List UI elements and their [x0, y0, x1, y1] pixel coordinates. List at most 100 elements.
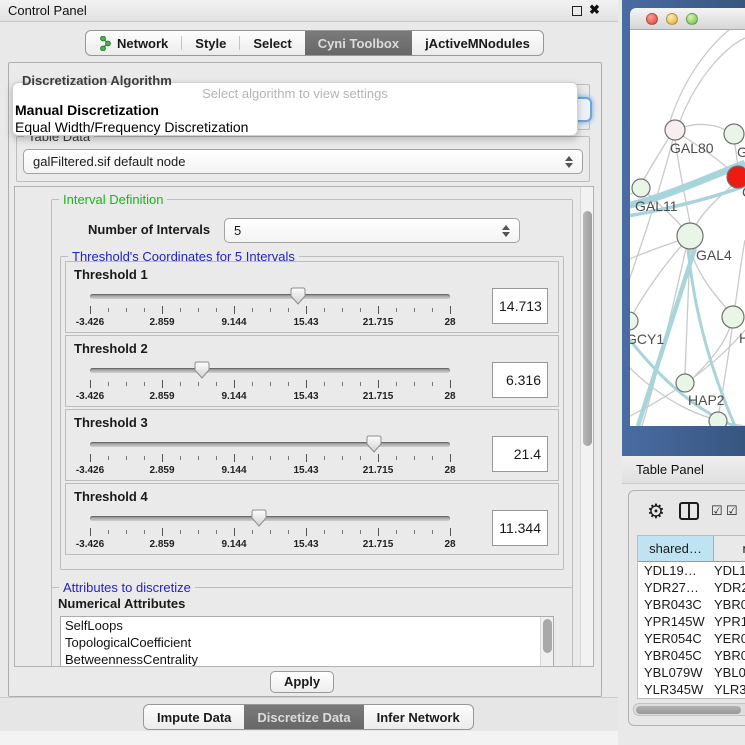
numerical-attributes-list[interactable]: SelfLoopsTopologicalCoefficientBetweenne… — [60, 616, 554, 667]
slider-track[interactable] — [90, 368, 450, 373]
cell-shared-name[interactable]: YLR345W — [638, 681, 714, 698]
cell-shared-name[interactable]: YPR145W — [638, 613, 714, 630]
slider-axis-labels: -3.4262.8599.14415.4321.71528 — [90, 465, 450, 477]
tab-cyni-toolbox[interactable]: Cyni Toolbox — [305, 31, 412, 55]
tab-select[interactable]: Select — [240, 31, 304, 55]
tab-impute-data[interactable]: Impute Data — [144, 705, 244, 729]
table-row[interactable]: YLR345WYLR3 — [638, 681, 745, 698]
network-view-window[interactable]: GAL80 GA C GAL11 GAL4 GCY1 H HAP2 — [622, 0, 745, 456]
gear-icon[interactable]: ⚙ — [647, 499, 665, 524]
algorithm-option-manual[interactable]: Manual Discretization — [13, 102, 577, 119]
minimize-traffic-light-icon[interactable] — [666, 13, 678, 25]
tab-discretize-data[interactable]: Discretize Data — [244, 705, 363, 729]
node-gal4[interactable] — [677, 223, 703, 249]
zoom-traffic-light-icon[interactable] — [686, 13, 698, 25]
close-traffic-light-icon[interactable] — [646, 13, 658, 25]
hscrollbar-thumb[interactable] — [636, 706, 741, 714]
slider-track[interactable] — [90, 516, 450, 521]
node-partial[interactable] — [709, 412, 727, 426]
network-canvas[interactable]: GAL80 GA C GAL11 GAL4 GCY1 H HAP2 — [630, 30, 745, 426]
threshold-1-value-field[interactable]: 14.713 — [492, 288, 548, 324]
tab-discretize-data-label: Discretize Data — [257, 710, 350, 725]
table-row[interactable]: YER054CYER0 — [638, 630, 745, 647]
cell-name[interactable]: YLR3 — [714, 681, 745, 698]
cell-name[interactable]: YDR2 — [714, 579, 745, 596]
table-data-group: Table Data galFiltered.sif default node — [16, 136, 590, 182]
table-row[interactable]: YPR145WYPR1 — [638, 613, 745, 630]
cell-shared-name[interactable]: YBR045C — [638, 647, 714, 664]
table-row[interactable]: YDL19…YDL1 — [638, 562, 745, 579]
cell-name[interactable]: YBR0 — [714, 596, 745, 613]
node-attribute-table[interactable]: shared… na YDL19…YDL1YDR27…YDR2YBR043CYB… — [637, 535, 745, 699]
tab-style[interactable]: Style — [182, 31, 239, 55]
threshold-4-value-field[interactable]: 11.344 — [492, 510, 548, 546]
cell-name[interactable]: YBL0 — [714, 664, 745, 681]
column-header-shared[interactable]: shared… — [638, 536, 714, 561]
table-row[interactable]: YBR043CYBR0 — [638, 596, 745, 613]
cell-shared-name[interactable]: YIL052C — [638, 698, 714, 699]
table-row[interactable]: YIL052CYIL0 — [638, 698, 745, 699]
cell-name[interactable]: YPR1 — [714, 613, 745, 630]
node-gal11[interactable] — [632, 179, 650, 197]
split-columns-icon[interactable] — [679, 502, 699, 520]
discretization-algorithm-group-title: Discretization Algorithm — [22, 73, 172, 88]
node-h[interactable] — [722, 306, 744, 328]
cell-shared-name[interactable]: YER054C — [638, 630, 714, 647]
number-of-intervals-combobox[interactable]: 5 — [224, 218, 520, 243]
slider-track[interactable] — [90, 294, 450, 299]
cell-shared-name[interactable]: YDL19… — [638, 562, 714, 579]
settings-scrollbar-thumb[interactable] — [583, 211, 592, 446]
cell-shared-name[interactable]: YBL079W — [638, 664, 714, 681]
tab-network[interactable]: Network — [86, 31, 181, 55]
threshold-2-value-field[interactable]: 6.316 — [492, 362, 548, 398]
close-icon[interactable]: ✖ — [589, 2, 600, 18]
threshold-4-slider[interactable]: -3.4262.8599.14415.4321.71528 — [90, 510, 450, 554]
threshold-1-slider[interactable]: -3.4262.8599.14415.4321.71528 — [90, 288, 450, 332]
node-ga[interactable] — [724, 124, 744, 144]
node-hap2[interactable] — [676, 374, 694, 392]
table-row[interactable]: YDR27…YDR2 — [638, 579, 745, 596]
cell-name[interactable]: YIL0 — [714, 698, 745, 699]
tab-infer-network[interactable]: Infer Network — [364, 705, 473, 729]
node-gcy1[interactable] — [630, 312, 638, 330]
tab-jactivemnodules[interactable]: jActiveMNodules — [412, 31, 543, 55]
control-panel-titlebar: Control Panel ✖ — [0, 0, 618, 22]
cell-shared-name[interactable]: YDR27… — [638, 579, 714, 596]
attributes-list-scrollbar[interactable] — [540, 617, 553, 667]
checkbox-icon[interactable]: ☑ — [711, 503, 723, 519]
cell-shared-name[interactable]: YBR043C — [638, 596, 714, 613]
slider-thumb-icon[interactable] — [290, 287, 306, 305]
apply-button[interactable]: Apply — [270, 671, 334, 693]
table-row[interactable]: YBR045CYBR0 — [638, 647, 745, 664]
attributes-group-title: Attributes to discretize — [59, 580, 195, 595]
cell-name[interactable]: YER0 — [714, 630, 745, 647]
algorithm-option-equal-width[interactable]: Equal Width/Frequency Discretization — [13, 119, 577, 136]
table-horizontal-scrollbar[interactable] — [633, 703, 745, 716]
cell-name[interactable]: YBR0 — [714, 647, 745, 664]
network-window-titlebar[interactable] — [630, 8, 745, 30]
slider-thumb-icon[interactable] — [251, 509, 267, 527]
number-of-intervals-value: 5 — [234, 223, 241, 238]
table-row[interactable]: YBL079WYBL0 — [638, 664, 745, 681]
threshold-3-slider[interactable]: -3.4262.8599.14415.4321.71528 — [90, 436, 450, 480]
float-window-icon[interactable] — [572, 6, 582, 16]
checkbox-icon[interactable]: ☑ — [726, 503, 738, 519]
slider-track[interactable] — [90, 442, 450, 447]
numerical-attributes-list-items: SelfLoopsTopologicalCoefficientBetweenne… — [61, 617, 553, 667]
table-data-combobox[interactable]: galFiltered.sif default node — [23, 149, 583, 174]
attribute-list-item[interactable]: SelfLoops — [61, 617, 553, 634]
column-header-name[interactable]: na — [714, 536, 745, 561]
table-body: YDL19…YDL1YDR27…YDR2YBR043CYBR0YPR145WYP… — [638, 562, 745, 699]
slider-thumb-icon[interactable] — [194, 361, 210, 379]
threshold-4-panel: Threshold 4 -3.4262.8599.14415.4321.7152… — [65, 483, 559, 555]
slider-thumb-icon[interactable] — [366, 435, 382, 453]
threshold-3-value-field[interactable]: 21.4 — [492, 436, 548, 472]
node-label-gal4: GAL4 — [696, 247, 732, 263]
settings-vertical-scrollbar[interactable] — [580, 187, 593, 666]
node-label-h: H — [739, 330, 745, 346]
attribute-list-item[interactable]: BetweennessCentrality — [61, 651, 553, 667]
attribute-list-item[interactable]: TopologicalCoefficient — [61, 634, 553, 651]
node-gal80[interactable] — [665, 120, 685, 140]
threshold-2-slider[interactable]: -3.4262.8599.14415.4321.71528 — [90, 362, 450, 406]
cell-name[interactable]: YDL1 — [714, 562, 745, 579]
